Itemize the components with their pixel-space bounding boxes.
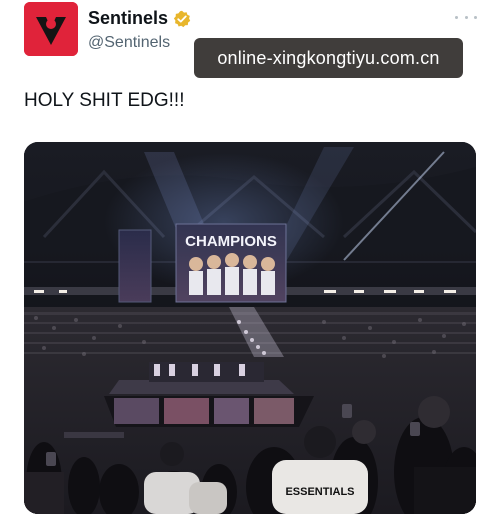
shirt-essentials-text: ESSENTIALS: [285, 486, 354, 498]
display-name[interactable]: Sentinels: [88, 8, 168, 29]
sentinels-logo-icon: [24, 2, 78, 56]
verified-badge-icon: [173, 10, 191, 28]
watermark: online-xingkongtiyu.com.cn: [194, 38, 463, 78]
tweet-text: HOLY SHIT EDG!!!: [24, 90, 185, 111]
more-options-icon[interactable]: [455, 8, 477, 26]
tweet-card: Sentinels @Sentinels online-xingkongtiyu…: [0, 0, 500, 517]
name-row: Sentinels: [88, 8, 191, 29]
avatar[interactable]: [24, 2, 78, 56]
arena-photo: CHAMPIONS ESSENTIALS: [24, 142, 476, 514]
handle[interactable]: @Sentinels: [88, 34, 170, 52]
tweet-photo[interactable]: CHAMPIONS ESSENTIALS: [24, 142, 476, 514]
screen-champions-text: CHAMPIONS: [185, 233, 277, 250]
